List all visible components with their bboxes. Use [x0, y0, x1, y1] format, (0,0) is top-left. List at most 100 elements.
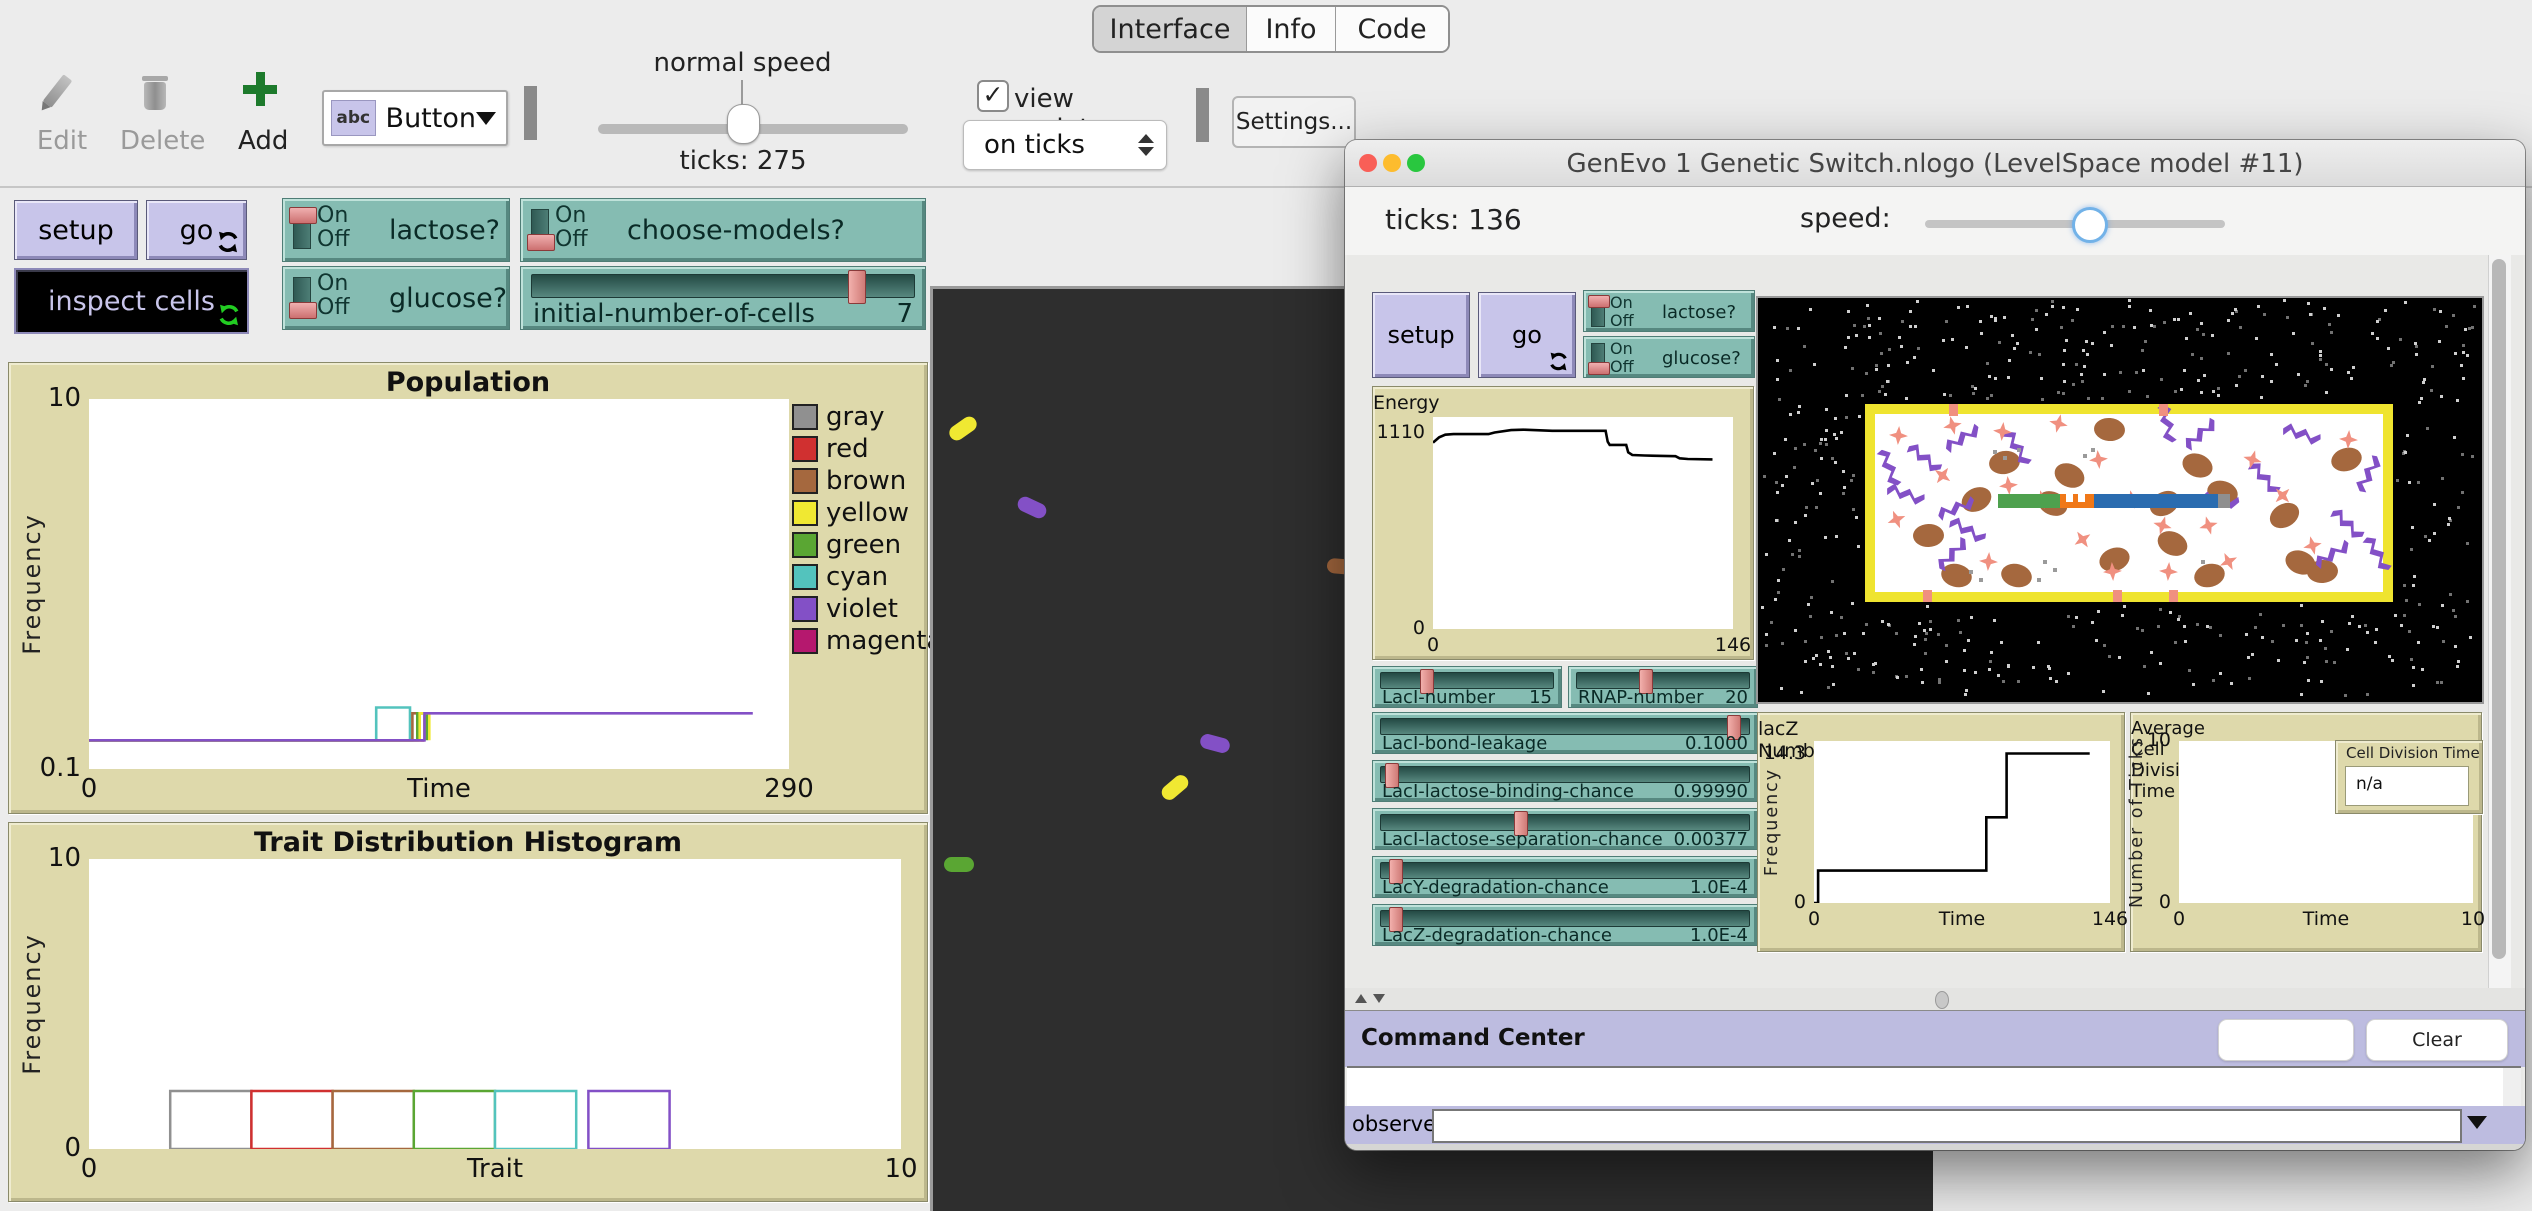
environment-speck — [2060, 326, 2064, 330]
view-updates-checkbox[interactable]: ✓ — [977, 80, 1009, 112]
add-button[interactable]: Add — [238, 126, 288, 156]
model-world-view[interactable] — [1756, 296, 2484, 704]
rnap-number-slider[interactable]: RNAP-number 20 — [1568, 666, 1758, 708]
environment-speck — [1833, 433, 1837, 437]
splitter-arrows-icon[interactable] — [1355, 994, 1385, 1003]
laci-bond-leakage-slider[interactable]: LacI-bond-leakage 0.1000 — [1372, 712, 1758, 754]
edit-pencil-icon[interactable] — [42, 74, 73, 108]
dust-speck — [2053, 568, 2057, 572]
glucose-molecule — [2050, 458, 2089, 493]
environment-speck — [2200, 390, 2204, 394]
environment-speck — [2197, 379, 2201, 383]
environment-speck — [1828, 656, 1832, 660]
environment-speck — [2062, 363, 2066, 367]
laci-number-slider[interactable]: LacI-number 15 — [1372, 666, 1562, 708]
environment-speck — [1962, 668, 1966, 672]
lacy-degradation-chance-slider[interactable]: LacY-degradation-chance 1.0E-4 — [1372, 856, 1758, 898]
delete-trash-body-icon[interactable] — [144, 82, 166, 110]
lacz-degradation-chance-slider[interactable]: LacZ-degradation-chance 1.0E-4 — [1372, 904, 1758, 946]
plot-canvas — [1432, 428, 1713, 461]
environment-speck — [2321, 620, 2325, 623]
environment-speck — [1761, 605, 1765, 609]
window-titlebar[interactable]: GenEvo 1 Genetic Switch.nlogo (LevelSpac… — [1345, 140, 2525, 187]
model-glucose-switch[interactable]: On Off glucose? — [1583, 336, 1755, 378]
output-scrollbar[interactable] — [2503, 1066, 2521, 1110]
dust-speck — [2091, 448, 2095, 452]
dust-speck — [2017, 448, 2021, 452]
laci-lactose-separation-chance-slider[interactable]: LacI-lactose-separation-chance 0.00377 — [1372, 808, 1758, 850]
tab-interface[interactable]: Interface — [1094, 7, 1247, 51]
switch-knob[interactable] — [527, 234, 555, 251]
switch-knob[interactable] — [289, 207, 317, 224]
environment-speck — [2080, 372, 2084, 376]
environment-speck — [1938, 677, 1942, 681]
model-setup-button[interactable]: setup — [1372, 292, 1470, 378]
switch-knob[interactable] — [1588, 362, 1610, 375]
environment-speck — [2325, 363, 2329, 367]
go-button[interactable]: go — [146, 200, 247, 260]
environment-speck — [2188, 668, 2192, 672]
x-axis-tick: 10 — [2460, 908, 2486, 930]
tab-code[interactable]: Code — [1336, 7, 1448, 51]
environment-speck — [2007, 663, 2011, 667]
tab-info[interactable]: Info — [1247, 7, 1336, 51]
environment-speck — [1867, 336, 1871, 340]
environment-speck — [2035, 308, 2039, 312]
laci-protein — [2328, 504, 2367, 543]
choose-models-switch-label: choose-models? — [627, 215, 845, 246]
choose-models-switch[interactable]: On Off choose-models? — [520, 198, 926, 262]
environment-speck — [1986, 362, 1990, 366]
command-center-splitter[interactable] — [1345, 988, 2525, 1010]
environment-speck — [2436, 626, 2440, 630]
environment-speck — [2305, 640, 2309, 644]
y-axis-tick: 0 — [1412, 617, 1425, 640]
scrollbar-thumb[interactable] — [2492, 259, 2506, 959]
switch-knob[interactable] — [289, 302, 317, 319]
inspect-cells-button[interactable]: inspect cells — [14, 268, 249, 334]
speed-slider-thumb[interactable] — [727, 104, 760, 144]
model-lactose-switch[interactable]: On Off lactose? — [1583, 290, 1755, 332]
environment-speck — [2282, 623, 2286, 627]
glucose-switch[interactable]: On Off glucose? — [282, 266, 510, 330]
environment-speck — [1772, 451, 1776, 455]
environment-speck — [2440, 476, 2444, 480]
command-input[interactable] — [1432, 1109, 2462, 1143]
laci-lactose-binding-chance-slider[interactable]: LacI-lactose-binding-chance 0.99990 — [1372, 760, 1758, 802]
plot-title: Trait Distribution Histogram — [253, 827, 683, 858]
delete-trash-icon[interactable] — [142, 76, 168, 81]
slider-track[interactable] — [531, 270, 915, 304]
environment-speck — [2176, 317, 2180, 321]
environment-speck — [2141, 628, 2145, 632]
history-dropdown-icon[interactable] — [2467, 1116, 2487, 1129]
edit-button[interactable]: Edit — [28, 126, 96, 156]
add-plus-icon[interactable] — [243, 72, 277, 106]
setup-button[interactable]: setup — [14, 200, 138, 260]
clear-button[interactable]: Clear — [2366, 1019, 2508, 1061]
plot-area — [89, 399, 789, 769]
model-speed-slider-thumb[interactable] — [2072, 207, 2108, 243]
environment-speck — [2391, 659, 2395, 663]
environment-speck — [1878, 316, 1882, 320]
switch-knob[interactable] — [1588, 295, 1610, 308]
environment-speck — [1831, 664, 1835, 668]
vertical-scrollbar[interactable] — [2488, 255, 2511, 1103]
delete-button[interactable]: Delete — [120, 126, 205, 156]
update-mode-dropdown[interactable]: on ticks — [963, 120, 1167, 170]
splitter-grip-icon[interactable] — [1935, 991, 1949, 1009]
command-center-blank-button[interactable] — [2218, 1019, 2354, 1061]
y-axis-tick: 0 — [1793, 891, 1806, 914]
initial-number-of-cells-slider[interactable]: initial-number-of-cells 7 — [520, 266, 926, 330]
widget-type-chooser[interactable]: abc Button — [322, 90, 508, 146]
lactose-switch[interactable]: On Off lactose? — [282, 198, 510, 262]
environment-speck — [1825, 442, 1829, 446]
environment-speck — [2430, 365, 2434, 369]
environment-speck — [2257, 304, 2261, 308]
environment-speck — [2447, 523, 2451, 527]
model-go-button[interactable]: go — [1478, 292, 1576, 378]
plot-canvas — [1814, 752, 2090, 905]
environment-speck — [2319, 680, 2323, 684]
command-center-output[interactable] — [1347, 1066, 2503, 1110]
environment-speck — [2412, 665, 2416, 669]
environment-speck — [2121, 614, 2125, 618]
settings-button[interactable]: Settings... — [1232, 96, 1356, 148]
